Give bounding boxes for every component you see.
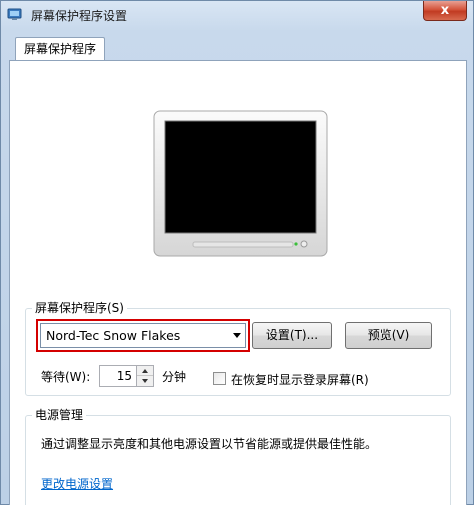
settings-button[interactable]: 设置(T)... xyxy=(252,322,332,349)
wait-minutes-stepper[interactable] xyxy=(137,365,154,387)
close-button[interactable]: x xyxy=(423,1,467,21)
window-title: 屏幕保护程序设置 xyxy=(31,9,128,23)
settings-button-label: 设置(T)... xyxy=(265,328,319,342)
wait-unit-label: 分钟 xyxy=(162,370,187,384)
display-settings-icon xyxy=(7,7,23,22)
chevron-down-icon xyxy=(233,333,241,338)
screensaver-select[interactable]: Nord-Tec Snow Flakes xyxy=(40,323,246,348)
screensaver-select-value: Nord-Tec Snow Flakes xyxy=(46,328,181,343)
monitor-preview xyxy=(153,110,328,258)
power-group-label: 电源管理 xyxy=(32,408,87,422)
wait-minutes-input[interactable]: 15 xyxy=(99,365,137,387)
arrow-down-icon xyxy=(142,379,148,383)
preview-button[interactable]: 预览(V) xyxy=(345,322,432,349)
screensaver-settings-window: 屏幕保护程序设置 x 屏幕保护程序 屏幕保护程序(S) Nord-Tec Sno… xyxy=(0,0,474,505)
arrow-up-icon xyxy=(142,369,148,373)
increment-button[interactable] xyxy=(137,366,153,376)
preview-button-label: 预览(V) xyxy=(367,328,410,342)
tab-panel: 屏幕保护程序(S) Nord-Tec Snow Flakes 设置(T)... … xyxy=(9,60,467,505)
resume-login-checkbox[interactable] xyxy=(213,372,226,385)
tab-label: 屏幕保护程序 xyxy=(24,42,97,56)
wait-minutes-value: 15 xyxy=(116,369,132,383)
title-bar[interactable]: 屏幕保护程序设置 x xyxy=(1,1,473,29)
change-power-settings-link[interactable]: 更改电源设置 xyxy=(41,475,113,492)
close-icon: x xyxy=(440,3,450,18)
tab-screensaver[interactable]: 屏幕保护程序 xyxy=(15,37,106,61)
wait-label: 等待(W): xyxy=(41,370,91,384)
screensaver-group-label: 屏幕保护程序(S) xyxy=(32,301,127,315)
power-description: 通过调整显示亮度和其他电源设置以节省能源或提供最佳性能。 xyxy=(41,437,378,451)
tab-strip: 屏幕保护程序 xyxy=(9,31,467,61)
decrement-button[interactable] xyxy=(137,376,153,386)
resume-login-label[interactable]: 在恢复时显示登录屏幕(R) xyxy=(231,371,369,388)
